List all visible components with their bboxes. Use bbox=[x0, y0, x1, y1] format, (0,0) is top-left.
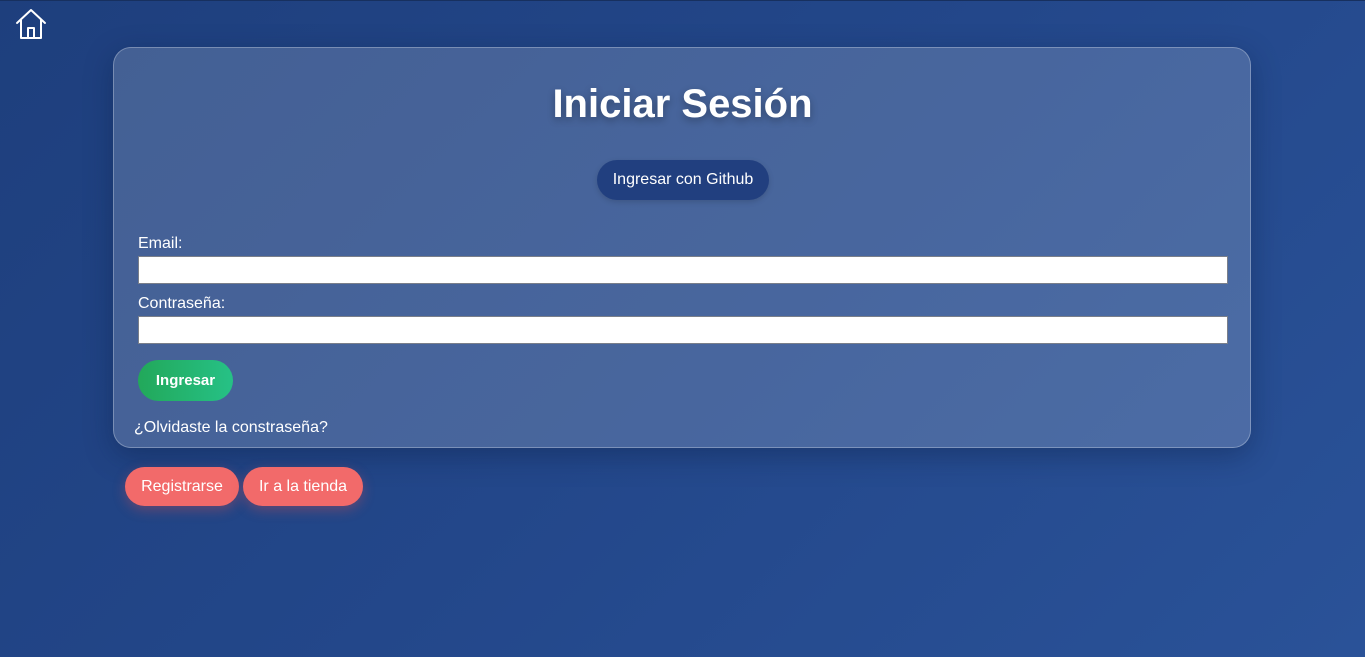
store-button[interactable]: Ir a la tienda bbox=[243, 467, 363, 506]
github-login-button[interactable]: Ingresar con Github bbox=[597, 160, 769, 200]
password-label: Contraseña: bbox=[138, 295, 226, 312]
forgot-password-link[interactable]: ¿Olvidaste la constraseña? bbox=[134, 419, 328, 437]
submit-button[interactable]: Ingresar bbox=[138, 360, 233, 401]
email-label: Email: bbox=[138, 235, 183, 252]
home-link[interactable] bbox=[14, 7, 48, 41]
email-field[interactable] bbox=[138, 256, 1228, 284]
register-button[interactable]: Registrarse bbox=[125, 467, 239, 506]
top-border bbox=[0, 0, 1365, 1]
home-icon bbox=[16, 9, 46, 39]
page-title: Iniciar Sesión bbox=[552, 82, 813, 126]
password-field[interactable] bbox=[138, 316, 1228, 344]
